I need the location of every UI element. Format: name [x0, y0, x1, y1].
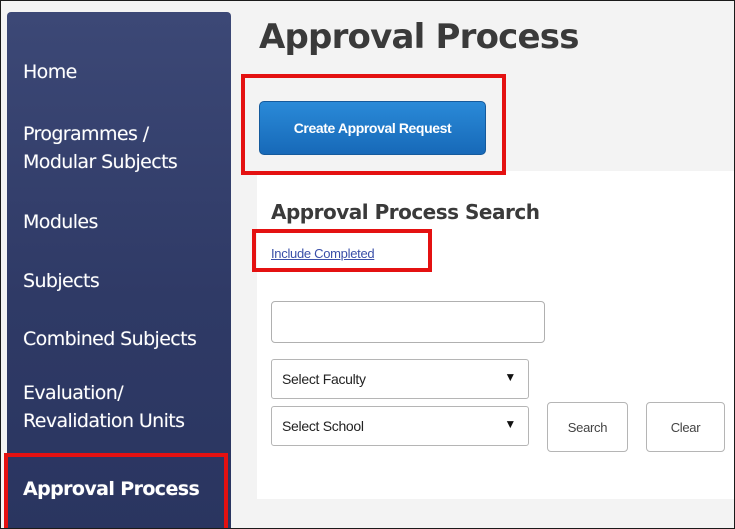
sidebar-item-label: Modular Subjects — [23, 151, 178, 173]
create-approval-request-label: Create Approval Request — [293, 120, 452, 136]
school-select[interactable]: Select School ▼ — [271, 406, 529, 446]
create-approval-request-button[interactable]: Create Approval Request — [259, 101, 486, 155]
sidebar-item-label: Modules — [23, 211, 98, 233]
school-select-value: Select School — [282, 418, 364, 434]
sidebar-item-label: Combined Subjects — [23, 328, 197, 350]
clear-button[interactable]: Clear — [646, 402, 725, 452]
sidebar-item-label: Subjects — [23, 270, 100, 292]
dropdown-caret-icon: ▼ — [504, 370, 516, 384]
sidebar-item-programmes[interactable]: Programmes / Modular Subjects — [23, 120, 225, 176]
page-title: Approval Process — [259, 17, 579, 57]
faculty-select[interactable]: Select Faculty ▼ — [271, 359, 529, 399]
sidebar-item-label: Revalidation Units — [23, 410, 185, 432]
sidebar-item-label: Programmes / — [23, 123, 149, 145]
search-input[interactable] — [271, 301, 545, 343]
sidebar-item-label: Home — [23, 61, 77, 83]
sidebar-item-approval-process[interactable]: Approval Process — [23, 475, 225, 503]
sidebar-item-combined-subjects[interactable]: Combined Subjects — [23, 325, 225, 353]
sidebar-item-label: Approval Process — [23, 478, 200, 500]
sidebar-item-modules[interactable]: Modules — [23, 208, 225, 236]
search-section-title: Approval Process Search — [271, 200, 540, 224]
app-frame: Home Programmes / Modular Subjects Modul… — [0, 0, 735, 529]
sidebar-item-evaluation[interactable]: Evaluation/ Revalidation Units — [23, 379, 225, 435]
clear-button-label: Clear — [670, 419, 701, 435]
faculty-select-value: Select Faculty — [282, 371, 366, 387]
sidebar-item-home[interactable]: Home — [23, 58, 225, 86]
dropdown-caret-icon: ▼ — [504, 417, 516, 431]
sidebar-item-label: Evaluation/ — [23, 382, 124, 404]
sidebar-nav: Home Programmes / Modular Subjects Modul… — [7, 12, 231, 528]
search-button-label: Search — [567, 419, 608, 435]
sidebar-item-subjects[interactable]: Subjects — [23, 267, 225, 295]
search-button[interactable]: Search — [547, 402, 628, 452]
include-completed-link[interactable]: Include Completed — [271, 246, 375, 261]
